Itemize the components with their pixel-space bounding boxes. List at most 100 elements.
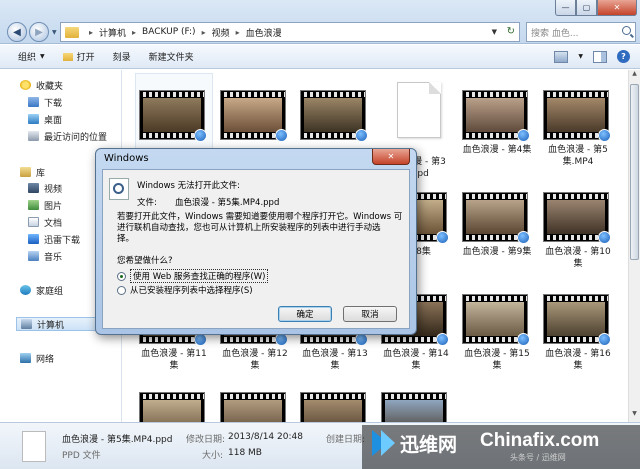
sidebar-item-documents[interactable]: 文档	[28, 215, 62, 229]
recent-places-icon	[28, 131, 39, 141]
file-name: 血色浪漫 - 第4集	[462, 145, 532, 155]
file-name: 血色浪漫 - 第14	[383, 349, 449, 359]
file-name: 血色浪漫 - 第15	[464, 349, 530, 359]
back-arrow-icon: ◀	[13, 26, 21, 38]
file-name: 血色浪漫 - 第11	[141, 349, 207, 359]
file-name: 集	[169, 361, 179, 371]
scroll-thumb[interactable]	[630, 84, 639, 260]
media-player-icon	[598, 231, 611, 244]
media-player-icon	[598, 129, 611, 142]
file-name: 集	[411, 361, 421, 371]
chevron-down-icon: ▼	[40, 53, 45, 60]
dialog-question: 您希望做什么?	[117, 256, 173, 266]
computer-icon	[21, 319, 32, 329]
sidebar-item-thunder[interactable]: 迅雷下载	[28, 232, 80, 246]
radio-web-service[interactable]: 使用 Web 服务查找正确的程序(W)	[117, 269, 269, 283]
sidebar-item-recent[interactable]: 最近访问的位置	[28, 129, 107, 143]
watermark-brand-en: Chinafix.com	[480, 430, 600, 451]
video-thumbnail	[300, 392, 366, 422]
breadcrumb-current-folder[interactable]: 血色浪漫	[246, 26, 282, 39]
address-dropdown-icon[interactable]: ▼	[492, 28, 497, 36]
dialog-heading: Windows 无法打开此文件:	[137, 181, 241, 191]
music-icon	[28, 251, 39, 261]
watermark-logo-icon	[372, 430, 396, 456]
pictures-icon	[28, 200, 39, 210]
forward-arrow-icon: ▶	[35, 26, 43, 38]
preview-pane-icon[interactable]	[593, 50, 607, 63]
media-player-icon	[517, 231, 530, 244]
video-thumbnail	[381, 392, 447, 422]
downloads-icon	[28, 97, 39, 107]
sidebar-item-downloads[interactable]: 下载	[28, 95, 62, 109]
radio-installed-programs[interactable]: 从已安装程序列表中选择程序(S)	[117, 284, 253, 296]
view-dropdown-icon[interactable]: ▼	[578, 53, 583, 60]
burn-button[interactable]: 刻录	[113, 50, 131, 63]
sidebar-item-videos[interactable]: 视频	[28, 181, 62, 195]
recent-pages-dropdown[interactable]: ▼	[52, 29, 57, 36]
file-name: 集.MP4	[562, 157, 594, 167]
address-bar: — ▢ ✕ ◀ ▶ ▼ ▸ 计算机 ▸ BACKUP (F:) ▸ 视频 ▸ 血…	[0, 0, 640, 44]
help-icon[interactable]: ?	[617, 50, 630, 63]
breadcrumb-backup-drive[interactable]: BACKUP (F:)	[142, 27, 196, 37]
sidebar-item-music[interactable]: 音乐	[28, 249, 62, 263]
sidebar-item-desktop[interactable]: 桌面	[28, 112, 62, 126]
sidebar-item-homegroup[interactable]: 家庭组	[20, 283, 63, 297]
radio-unselected-icon	[117, 285, 126, 295]
refresh-icon[interactable]: ↻	[507, 26, 515, 37]
details-created-label: 创建日期:	[326, 435, 366, 445]
media-player-icon	[598, 333, 611, 346]
breadcrumb-computer[interactable]: 计算机	[99, 26, 126, 39]
media-player-icon	[355, 129, 368, 142]
file-name: 血色浪漫 - 第13	[302, 349, 368, 359]
sidebar-item-libraries[interactable]: 库	[20, 165, 45, 179]
close-button[interactable]: ✕	[597, 0, 637, 16]
media-player-icon	[517, 129, 530, 142]
file-name: 血色浪漫 - 第10	[545, 247, 611, 257]
back-button[interactable]: ◀	[7, 22, 27, 42]
breadcrumb-videos[interactable]: 视频	[212, 26, 230, 39]
maximize-button[interactable]: ▢	[576, 0, 597, 16]
video-thumbnail	[462, 294, 530, 346]
homegroup-icon	[20, 285, 31, 295]
file-name: 集	[492, 361, 502, 371]
ok-button[interactable]: 确定	[278, 306, 332, 322]
organize-button[interactable]: 组织 ▼	[18, 50, 45, 63]
desktop-icon	[28, 114, 39, 124]
scroll-down-icon[interactable]: ▼	[629, 410, 640, 422]
media-player-icon	[517, 333, 530, 346]
search-input[interactable]: 搜索 血色...	[526, 22, 636, 42]
document-icon	[397, 82, 441, 138]
dialog-file-name: 血色浪漫 - 第5集.MP4.ppd	[175, 198, 280, 208]
details-modified-label: 修改日期:	[186, 435, 226, 445]
details-size-value: 118 MB	[228, 448, 262, 458]
watermark-subtext: 头条号 / 迅维网	[510, 453, 566, 462]
video-thumbnail	[220, 392, 286, 422]
open-button[interactable]: 打开	[62, 50, 95, 63]
file-name: 血色浪漫 - 第9集	[462, 247, 532, 257]
video-thumbnail	[139, 392, 205, 422]
dialog-close-button[interactable]: ✕	[372, 149, 410, 165]
change-view-icon[interactable]	[554, 50, 569, 63]
scroll-up-icon[interactable]: ▲	[629, 70, 640, 82]
details-modified-value: 2013/8/14 20:48	[228, 432, 303, 442]
media-player-icon	[436, 333, 449, 346]
sidebar-item-network[interactable]: 网络	[20, 351, 54, 365]
documents-icon	[28, 217, 39, 227]
new-folder-button[interactable]: 新建文件夹	[149, 50, 194, 63]
minimize-button[interactable]: —	[555, 0, 576, 16]
folder-icon	[65, 26, 79, 38]
forward-button[interactable]: ▶	[29, 22, 49, 42]
address-field[interactable]: ▸ 计算机 ▸ BACKUP (F:) ▸ 视频 ▸ 血色浪漫 ▼ ↻	[60, 22, 520, 42]
sidebar-item-pictures[interactable]: 图片	[28, 198, 62, 212]
search-icon	[622, 26, 631, 35]
star-icon	[20, 80, 31, 90]
dialog-description: 若要打开此文件，Windows 需要知道要使用哪个程序打开它。Windows 可…	[117, 212, 403, 244]
search-placeholder: 搜索 血色...	[531, 28, 579, 39]
dialog-body: Windows 无法打开此文件: 文件: 血色浪漫 - 第5集.MP4.ppd …	[102, 169, 410, 329]
vertical-scrollbar[interactable]: ▲ ▼	[628, 70, 640, 422]
video-thumbnail	[462, 192, 530, 244]
open-folder-icon	[62, 52, 73, 61]
cancel-button[interactable]: 取消	[343, 306, 397, 322]
video-library-icon	[28, 183, 39, 193]
sidebar-item-favorites[interactable]: 收藏夹	[20, 78, 63, 92]
